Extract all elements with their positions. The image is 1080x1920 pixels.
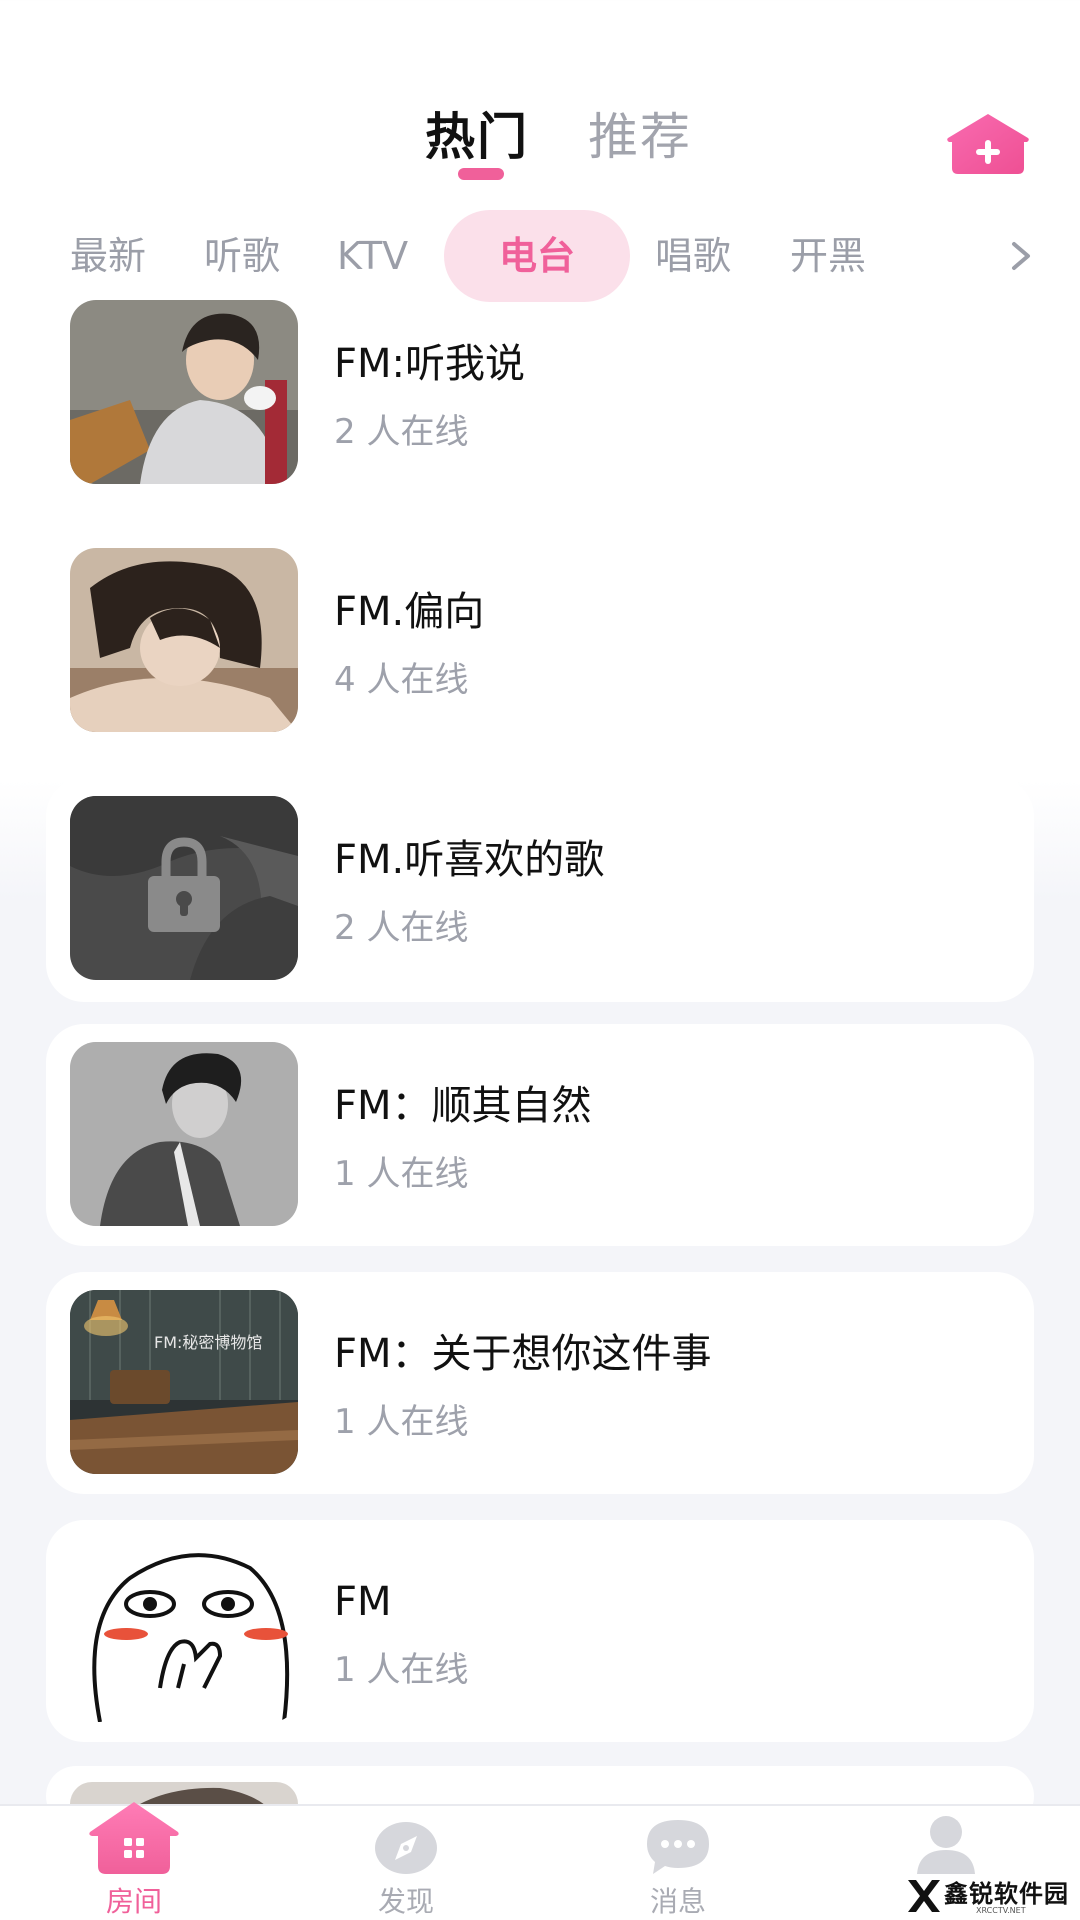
room-name: FM.听喜欢的歌 bbox=[334, 837, 605, 883]
watermark: 鑫锐软件园 XRCCTV.NET bbox=[904, 1874, 1080, 1920]
room-cover bbox=[70, 548, 298, 732]
cover-title: FM:秘密博物馆 bbox=[154, 1333, 262, 1352]
room-online-count: 1 人在线 bbox=[334, 1402, 469, 1442]
category-radio[interactable]: 电台 bbox=[444, 210, 630, 302]
category-listen[interactable]: 听歌 bbox=[204, 210, 280, 302]
nav-discover[interactable]: 发现 bbox=[326, 1806, 486, 1920]
room-online-count: 1 人在线 bbox=[334, 1154, 469, 1194]
room-cover bbox=[70, 300, 298, 484]
room-item[interactable]: FM:听我说 2 人在线 bbox=[46, 300, 1034, 522]
add-room-button[interactable] bbox=[944, 112, 1032, 176]
main-tabs: 热门 推荐 bbox=[0, 102, 1080, 192]
room-online-count: 2 人在线 bbox=[334, 908, 469, 948]
room-name: FM：顺其自然 bbox=[334, 1083, 592, 1129]
room-online-count: 2 人在线 bbox=[334, 412, 469, 452]
category-gaming[interactable]: 开黑 bbox=[790, 210, 866, 302]
room-online-count: 1 人在线 bbox=[334, 1650, 469, 1690]
user-icon bbox=[917, 1816, 975, 1874]
category-sing[interactable]: 唱歌 bbox=[655, 210, 731, 302]
room-cover bbox=[70, 1538, 298, 1722]
room-item[interactable]: FM:秘密博物馆 FM：关于想你这件事 1 人在线 bbox=[46, 1272, 1034, 1494]
nav-label: 发现 bbox=[377, 1885, 434, 1918]
watermark-logo-icon bbox=[908, 1880, 940, 1912]
room-item[interactable]: FM 1 人在线 bbox=[46, 1520, 1034, 1742]
category-bar: 最新 听歌 KTV 电台 唱歌 开黑 bbox=[0, 210, 1080, 302]
chevron-right-icon bbox=[1012, 242, 1030, 270]
room-name: FM.偏向 bbox=[334, 589, 485, 635]
room-name: FM:听我说 bbox=[334, 341, 525, 387]
tab-hot[interactable]: 热门 bbox=[425, 102, 529, 172]
chat-bubble-icon bbox=[647, 1820, 709, 1874]
category-more-button[interactable] bbox=[1004, 236, 1038, 276]
compass-icon bbox=[375, 1822, 437, 1874]
room-cover bbox=[70, 1042, 298, 1226]
add-room-house-icon bbox=[947, 114, 1029, 174]
room-cover-locked bbox=[70, 796, 298, 980]
room-online-count: 4 人在线 bbox=[334, 660, 469, 700]
nav-label: 房间 bbox=[105, 1885, 162, 1918]
active-tab-indicator bbox=[458, 168, 504, 180]
nav-rooms[interactable]: 房间 bbox=[54, 1802, 214, 1920]
category-latest[interactable]: 最新 bbox=[70, 210, 146, 302]
room-item[interactable]: FM：顺其自然 1 人在线 bbox=[46, 1024, 1034, 1246]
nav-label: 消息 bbox=[649, 1885, 706, 1918]
room-cover: FM:秘密博物馆 bbox=[70, 1290, 298, 1474]
room-item[interactable]: FM.听喜欢的歌 2 人在线 bbox=[46, 778, 1034, 1002]
home-icon bbox=[89, 1802, 179, 1874]
watermark-subtext: XRCCTV.NET bbox=[976, 1906, 1026, 1915]
room-name: FM：关于想你这件事 bbox=[334, 1331, 712, 1377]
watermark-text: 鑫锐软件园 bbox=[944, 1880, 1069, 1908]
nav-messages[interactable]: 消息 bbox=[598, 1806, 758, 1920]
room-item[interactable]: FM.偏向 4 人在线 bbox=[46, 548, 1034, 770]
room-name: FM bbox=[334, 1579, 392, 1625]
tab-recommend[interactable]: 推荐 bbox=[588, 102, 692, 172]
category-ktv[interactable]: KTV bbox=[337, 210, 408, 302]
